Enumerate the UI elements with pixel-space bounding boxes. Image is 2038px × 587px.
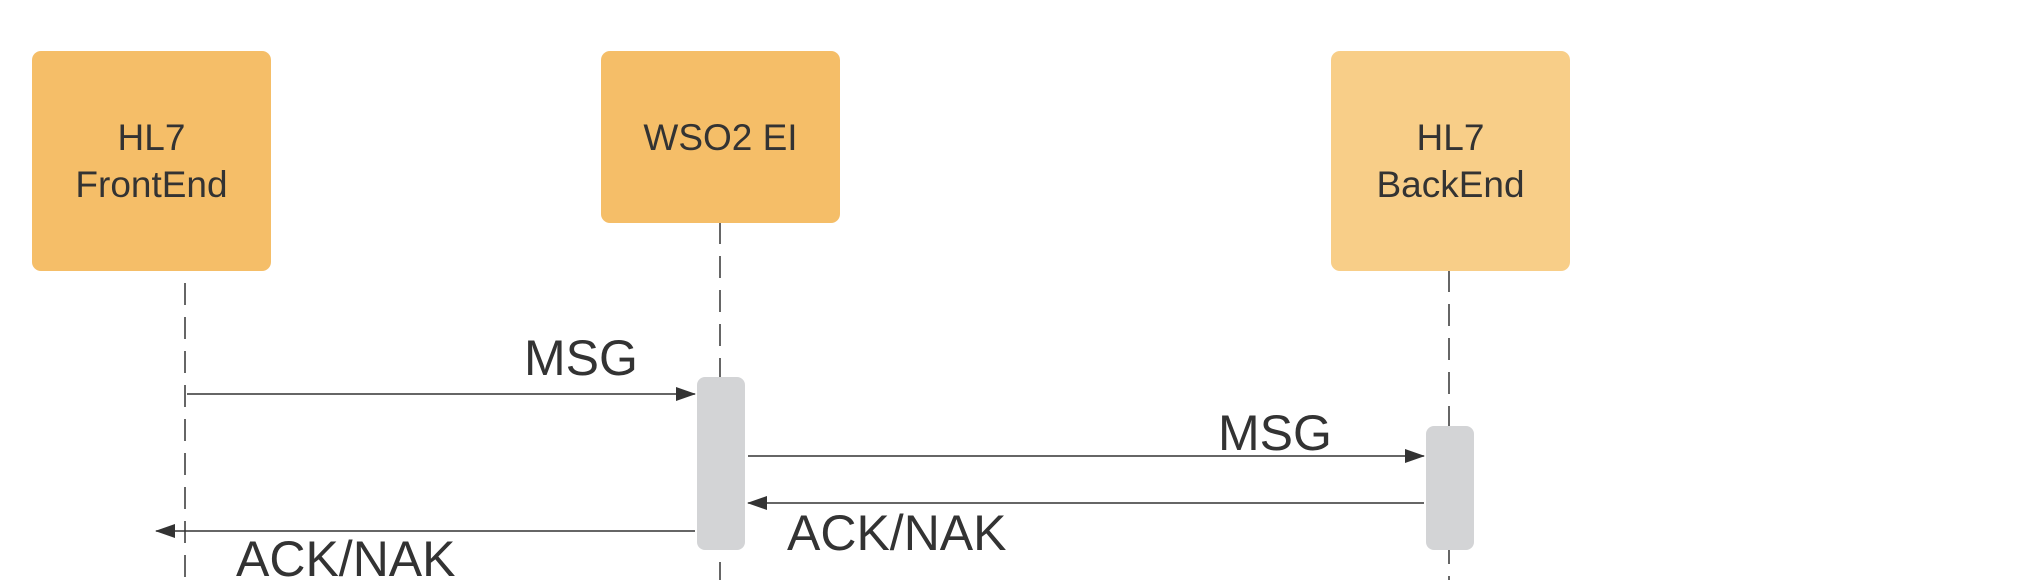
- actor-wso2-ei: WSO2 EI: [601, 51, 840, 223]
- diagram-lines: [155, 222, 1474, 580]
- actor-backend: HL7 BackEnd: [1331, 51, 1570, 271]
- actor-frontend: HL7 FrontEnd: [32, 51, 271, 271]
- activation-bar-backend: [1426, 426, 1474, 550]
- label-ack-backend-to-ei: ACK/NAK: [787, 505, 1007, 561]
- label-ack-ei-to-frontend: ACK/NAK: [236, 531, 456, 587]
- label-msg-frontend-to-ei: MSG: [524, 330, 638, 386]
- sequence-diagram: HL7 FrontEnd WSO2 EI HL7 BackEnd MSG MSG…: [0, 0, 2038, 587]
- label-msg-ei-to-backend: MSG: [1218, 405, 1332, 461]
- activation-bar-ei: [697, 377, 745, 550]
